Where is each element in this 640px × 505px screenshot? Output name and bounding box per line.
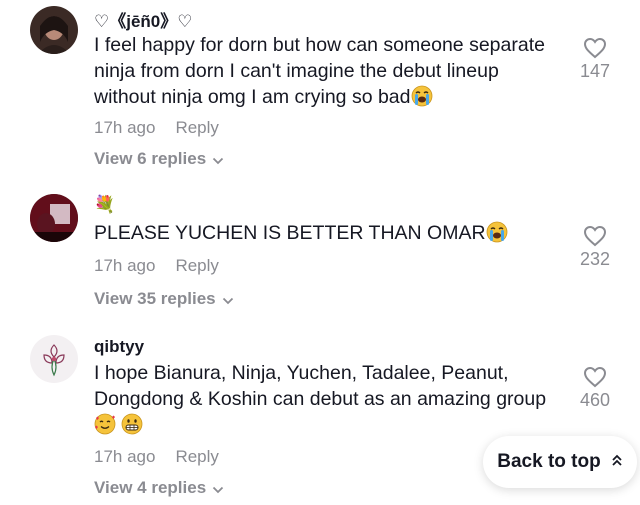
like-area: 232 bbox=[572, 225, 618, 270]
like-count: 232 bbox=[579, 249, 611, 269]
avatar-image-icon bbox=[30, 194, 78, 242]
view-replies-label: View 6 replies bbox=[94, 149, 207, 168]
comment-meta: 17h ago Reply bbox=[94, 256, 219, 276]
comment-time: 17h ago bbox=[94, 256, 156, 275]
view-replies-button[interactable]: View 35 replies bbox=[94, 289, 234, 310]
heart-icon[interactable] bbox=[583, 225, 607, 247]
avatar[interactable] bbox=[30, 6, 78, 54]
comment-username[interactable]: ♡《jēñ0》♡ bbox=[94, 7, 193, 32]
avatar-image-icon bbox=[30, 335, 78, 383]
back-to-top-button[interactable]: Back to top bbox=[483, 436, 637, 488]
loudly-crying-face-icon bbox=[486, 221, 508, 250]
view-replies-button[interactable]: View 4 replies bbox=[94, 478, 224, 499]
comment-time: 17h ago bbox=[94, 447, 156, 466]
double-chevron-up-icon bbox=[611, 451, 623, 473]
heart-icon[interactable] bbox=[583, 366, 607, 388]
smiling-face-with-hearts-icon bbox=[94, 413, 116, 442]
comment-text: I feel happy for dorn but how can someon… bbox=[94, 32, 564, 114]
comment-meta: 17h ago Reply bbox=[94, 118, 219, 138]
comment-username[interactable]: 💐 bbox=[94, 195, 115, 215]
comment-text: PLEASE YUCHEN IS BETTER THAN OMAR bbox=[94, 220, 564, 250]
like-area: 147 bbox=[572, 37, 618, 82]
comment-time: 17h ago bbox=[94, 118, 156, 137]
reply-button[interactable]: Reply bbox=[175, 118, 218, 137]
comment-meta: 17h ago Reply bbox=[94, 447, 219, 467]
chevron-down-icon bbox=[222, 290, 234, 310]
view-replies-label: View 35 replies bbox=[94, 289, 216, 308]
back-to-top-label: Back to top bbox=[497, 451, 601, 472]
comment-text-content: PLEASE YUCHEN IS BETTER THAN OMAR bbox=[94, 222, 486, 244]
grinning-face-icon bbox=[121, 413, 143, 442]
avatar[interactable] bbox=[30, 335, 78, 383]
heart-icon[interactable] bbox=[583, 37, 607, 59]
comment-text-content: I hope Bianura, Ninja, Yuchen, Tadalee, … bbox=[94, 362, 547, 410]
loudly-crying-face-icon bbox=[411, 85, 433, 114]
chevron-down-icon bbox=[212, 150, 224, 170]
view-replies-button[interactable]: View 6 replies bbox=[94, 149, 224, 170]
avatar-image-icon bbox=[30, 6, 78, 54]
reply-button[interactable]: Reply bbox=[175, 447, 218, 466]
view-replies-label: View 4 replies bbox=[94, 478, 207, 497]
like-count: 147 bbox=[579, 61, 611, 81]
comment-username[interactable]: qibtyy bbox=[94, 337, 144, 357]
avatar[interactable] bbox=[30, 194, 78, 242]
chevron-down-icon bbox=[212, 479, 224, 499]
like-count: 460 bbox=[579, 390, 611, 410]
comment-text-content: I feel happy for dorn but how can someon… bbox=[94, 34, 545, 108]
like-area: 460 bbox=[572, 366, 618, 411]
reply-button[interactable]: Reply bbox=[175, 256, 218, 275]
comment-text: I hope Bianura, Ninja, Yuchen, Tadalee, … bbox=[94, 360, 564, 442]
